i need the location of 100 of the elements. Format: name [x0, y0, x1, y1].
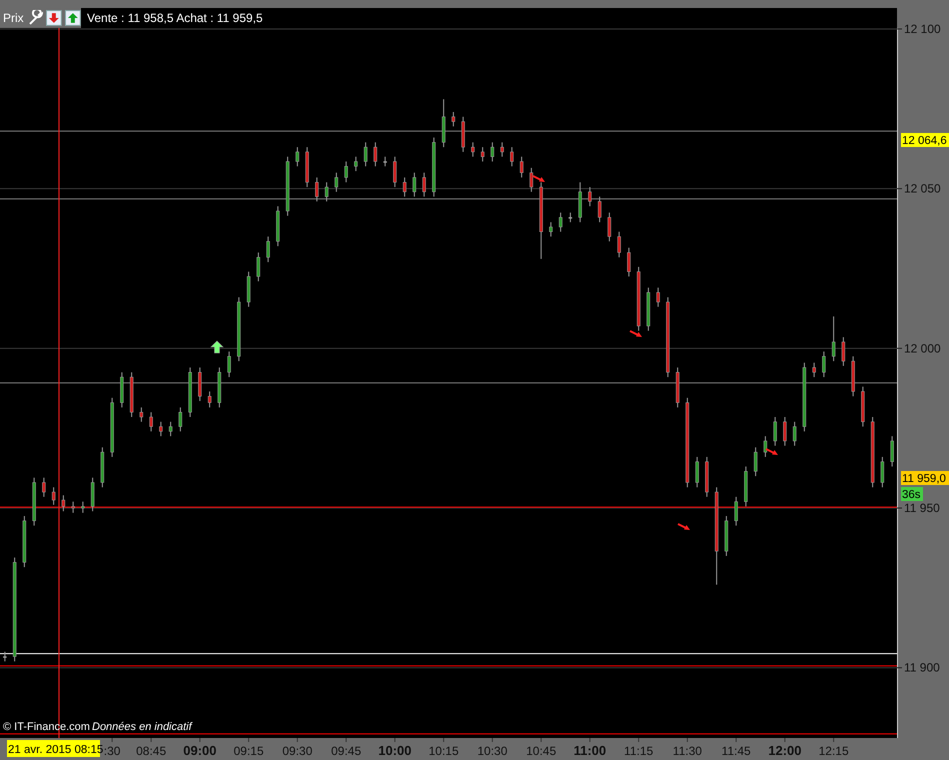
candlestick	[3, 651, 7, 662]
time-axis-label: 10:00	[378, 743, 412, 758]
candlestick	[500, 142, 504, 158]
candlestick	[71, 501, 75, 514]
candlestick	[861, 386, 865, 428]
candlestick	[42, 477, 46, 498]
candlestick	[783, 416, 787, 446]
candlestick	[130, 372, 134, 418]
candlestick	[842, 336, 846, 366]
candlestick	[432, 137, 436, 198]
candlestick	[266, 236, 270, 263]
time-axis-label: 11:00	[574, 743, 606, 758]
candlestick	[490, 142, 494, 162]
price-axis-label: 12 100	[897, 22, 941, 36]
candlestick	[412, 172, 416, 198]
candlestick	[168, 421, 172, 437]
candlestick	[822, 351, 826, 378]
candlestick	[461, 116, 465, 152]
candlestick	[480, 146, 484, 162]
candlestick	[315, 176, 319, 202]
candlestick	[608, 212, 612, 242]
candlestick	[227, 351, 231, 378]
candlestick	[81, 501, 85, 514]
candlestick	[22, 516, 26, 568]
candlestick	[32, 477, 36, 526]
candlestick	[324, 182, 328, 202]
candlestick	[218, 367, 222, 408]
candlestick	[364, 142, 368, 167]
candlestick	[578, 182, 582, 223]
candlestick	[246, 271, 250, 308]
candlestick	[188, 367, 192, 418]
candlestick	[744, 466, 748, 507]
candlestick	[530, 167, 534, 192]
candlestick	[208, 390, 212, 408]
buy-arrow	[210, 340, 224, 354]
candlestick	[568, 212, 572, 223]
countdown-tag: 36s	[901, 487, 923, 501]
candlestick	[802, 362, 806, 432]
y-tick-label: 12 000	[904, 341, 942, 356]
candlestick	[792, 421, 796, 446]
candlestick	[178, 406, 182, 432]
price-axis-label: 11 950	[897, 501, 940, 516]
time-axis-label: 10:45	[526, 744, 556, 758]
time-axis-label: 09:00	[183, 743, 216, 758]
time-axis-label: 12:15	[818, 744, 849, 758]
time-axis-label: 10:30	[477, 744, 508, 758]
y-tick-label: 11 900	[904, 660, 940, 675]
candlestick	[705, 456, 709, 498]
candlestick	[110, 397, 114, 458]
candlestick	[286, 156, 290, 216]
candlestick	[520, 156, 524, 178]
sell-arrow	[766, 448, 778, 455]
up-arrow-icon[interactable]	[65, 10, 82, 26]
candlestick	[334, 172, 338, 192]
candlestick	[52, 486, 56, 506]
sell-arrow	[532, 175, 545, 182]
candlestick	[588, 186, 592, 207]
candlestick	[617, 231, 621, 258]
candlestick	[812, 362, 816, 378]
candlestick	[198, 367, 202, 402]
candlestick	[734, 496, 738, 526]
candlestick	[773, 416, 777, 446]
candlestick	[140, 406, 144, 422]
candlestick	[510, 146, 514, 167]
price-axis-label: 11 900	[897, 660, 940, 675]
candlestick	[344, 161, 348, 183]
candlestick	[256, 252, 260, 282]
time-axis-label: 12:00	[768, 743, 802, 758]
time-axis-label: 08:45	[136, 744, 166, 758]
time-axis-label: 09:30	[282, 744, 312, 758]
price-tag: 11 959,0	[901, 471, 949, 485]
candlestick	[832, 316, 836, 362]
time-axis-label: 11:45	[722, 744, 751, 758]
candlestick	[676, 367, 680, 408]
candlestick	[646, 287, 650, 332]
candlestick	[149, 412, 153, 432]
candlestick	[471, 142, 475, 158]
candlestick	[402, 176, 406, 198]
candlestick	[393, 156, 397, 188]
candlestick	[851, 356, 855, 397]
candlestick	[442, 98, 446, 148]
down-arrow-icon[interactable]	[46, 10, 62, 26]
time-axis-label: 11:30	[672, 744, 702, 758]
time-axis-label: 10:15	[428, 744, 459, 758]
candlestick	[100, 446, 104, 488]
candlestick	[636, 266, 640, 332]
candlestick	[237, 296, 241, 362]
candlestick	[452, 112, 456, 127]
candlestick	[870, 416, 874, 488]
candlestick	[558, 212, 562, 232]
price-axis-label: 12 050	[897, 182, 941, 196]
time-axis-label: 09:45	[331, 744, 362, 758]
candlestick	[754, 446, 758, 477]
wrench-icon[interactable]	[28, 10, 44, 26]
candlestick	[880, 456, 884, 488]
candlestick	[890, 436, 894, 468]
candlestick	[296, 146, 300, 167]
candlestick	[120, 372, 124, 408]
candlestick	[354, 156, 358, 172]
time-axis-label: :30	[104, 744, 120, 758]
